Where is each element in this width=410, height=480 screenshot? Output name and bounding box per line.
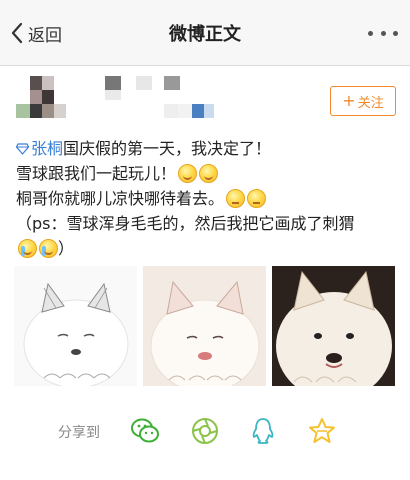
post-line: （ps：雪球浑身毛毛的，然后我把它画成了刺猬 xyxy=(16,211,406,236)
post-line: ） xyxy=(16,236,406,261)
post-line-3: 桐哥你就哪儿凉快哪待着去。 xyxy=(16,189,225,208)
photo-grid xyxy=(14,266,398,386)
post-line: 雪球跟我们一起玩儿！ xyxy=(16,161,406,186)
samoyed-painting-image xyxy=(143,266,266,386)
thinking-emoji-icon xyxy=(247,189,267,208)
follow-label: 关注 xyxy=(357,95,384,111)
avatar[interactable] xyxy=(16,76,66,130)
post-line-2: 雪球跟我们一起玩儿！ xyxy=(16,164,177,183)
wechat-icon[interactable] xyxy=(130,416,160,446)
share-bar: 分享到 xyxy=(0,412,410,452)
closing-paren: ） xyxy=(58,239,75,258)
mention-link[interactable]: 张桐 xyxy=(16,136,63,161)
photo-thumbnail[interactable] xyxy=(14,266,137,386)
thinking-emoji-icon xyxy=(226,189,246,208)
grin-emoji-icon xyxy=(199,164,219,183)
post-line-1: 国庆假的第一天，我决定了！ xyxy=(63,139,272,158)
moments-icon[interactable] xyxy=(190,416,220,446)
photo-thumbnail[interactable] xyxy=(143,266,266,386)
photo-thumbnail[interactable] xyxy=(272,266,395,386)
more-options-icon[interactable] xyxy=(368,28,398,38)
plus-icon: + xyxy=(342,91,356,110)
diamond-icon xyxy=(16,142,29,155)
post-line-4: （ps：雪球浑身毛毛的，然后我把它画成了刺猬 xyxy=(16,214,355,233)
page-title: 微博正文 xyxy=(169,24,241,45)
post-text: 张桐 国庆假的第一天，我决定了！ 雪球跟我们一起玩儿！ 桐哥你就哪儿凉快哪待着去… xyxy=(16,136,406,261)
follow-button[interactable]: + 关注 xyxy=(330,86,396,116)
crying-emoji-icon xyxy=(18,239,37,258)
qzone-icon[interactable] xyxy=(307,416,337,446)
crying-emoji-icon xyxy=(39,239,58,258)
post-line: 张桐 国庆假的第一天，我决定了！ xyxy=(16,136,406,161)
share-label: 分享到 xyxy=(58,425,100,441)
nav-bar: 返回 微博正文 xyxy=(0,0,410,66)
grin-emoji-icon xyxy=(178,164,198,183)
qq-icon[interactable] xyxy=(248,416,278,446)
post-card: + 关注 张桐 国庆假的第一天，我决定了！ 雪球跟我们一起玩儿！ 桐哥你就哪儿凉… xyxy=(0,66,410,480)
user-nickname[interactable] xyxy=(100,74,214,130)
mention-name: 张桐 xyxy=(31,139,64,158)
post-line: 桐哥你就哪儿凉快哪待着去。 xyxy=(16,186,406,211)
samoyed-sketch-image xyxy=(14,266,137,386)
samoyed-photo-image xyxy=(272,266,395,386)
